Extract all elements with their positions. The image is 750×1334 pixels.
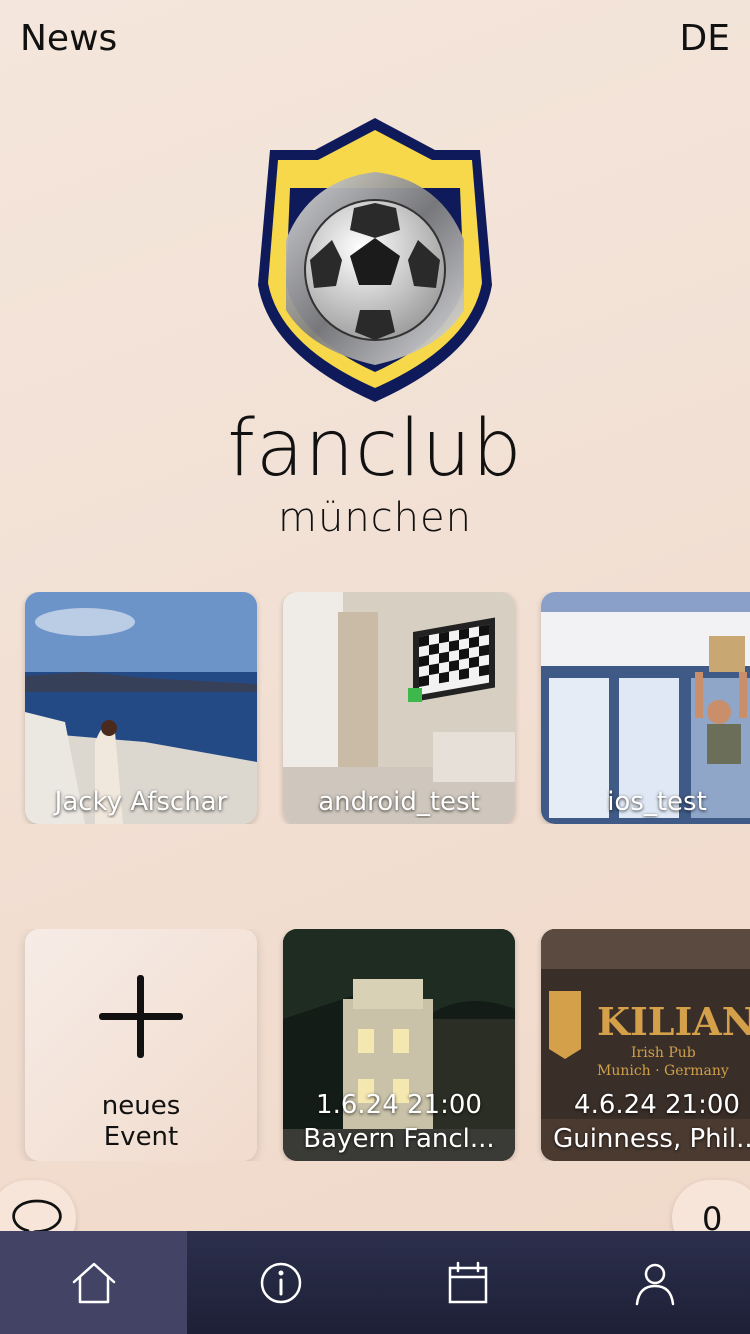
- member-card[interactable]: android_test: [283, 592, 515, 824]
- bottom-tab-bar: [0, 1231, 750, 1334]
- calendar-icon: [448, 1261, 487, 1303]
- top-bar: News DE: [0, 0, 750, 80]
- svg-text:Munich · Germany: Munich · Germany: [597, 1063, 729, 1079]
- info-icon: [260, 1262, 301, 1303]
- member-name: android_test: [318, 787, 480, 817]
- tab-info[interactable]: [187, 1231, 374, 1334]
- new-event-label-line2: Event: [103, 1122, 179, 1152]
- member-card[interactable]: Jacky Afschar: [25, 592, 257, 824]
- event-title: Guinness, Phil...: [553, 1124, 750, 1154]
- tab-calendar[interactable]: [374, 1231, 561, 1334]
- members-carousel[interactable]: Jacky Afschar android_test ios_test: [0, 592, 750, 824]
- new-event-label-line1: neues: [101, 1091, 181, 1121]
- fanclub-logo: fanclub münchen: [0, 110, 750, 550]
- svg-text:Irish Pub: Irish Pub: [631, 1045, 696, 1061]
- tab-home[interactable]: [0, 1231, 187, 1334]
- events-carousel[interactable]: neues Event 1.6.24 21:00 Bayern Fancl...…: [0, 929, 750, 1161]
- logo-city: münchen: [278, 495, 472, 541]
- logo-wordmark: fanclub: [227, 404, 523, 494]
- page-title: News: [20, 18, 118, 59]
- event-title: Bayern Fancl...: [303, 1124, 495, 1154]
- language-switch[interactable]: DE: [680, 18, 730, 59]
- plus-icon-stem: [137, 975, 144, 1058]
- event-datetime: 4.6.24 21:00: [574, 1090, 740, 1120]
- new-event-button[interactable]: neues Event: [25, 929, 257, 1161]
- event-card[interactable]: 1.6.24 21:00 Bayern Fancl...: [283, 929, 515, 1161]
- new-event-label: neues Event: [25, 1091, 257, 1153]
- member-name: ios_test: [607, 787, 707, 817]
- svg-text:KILIANS: KILIANS: [597, 999, 750, 1044]
- member-card[interactable]: ios_test: [541, 592, 750, 824]
- member-name: Jacky Afschar: [54, 787, 228, 817]
- event-card[interactable]: KILIANS Irish Pub Munich · Germany 4.6.2…: [541, 929, 750, 1161]
- tab-profile[interactable]: [561, 1231, 748, 1334]
- home-icon: [72, 1262, 115, 1303]
- shield-ball-icon: [258, 118, 492, 402]
- user-icon: [635, 1263, 674, 1305]
- event-datetime: 1.6.24 21:00: [316, 1090, 482, 1120]
